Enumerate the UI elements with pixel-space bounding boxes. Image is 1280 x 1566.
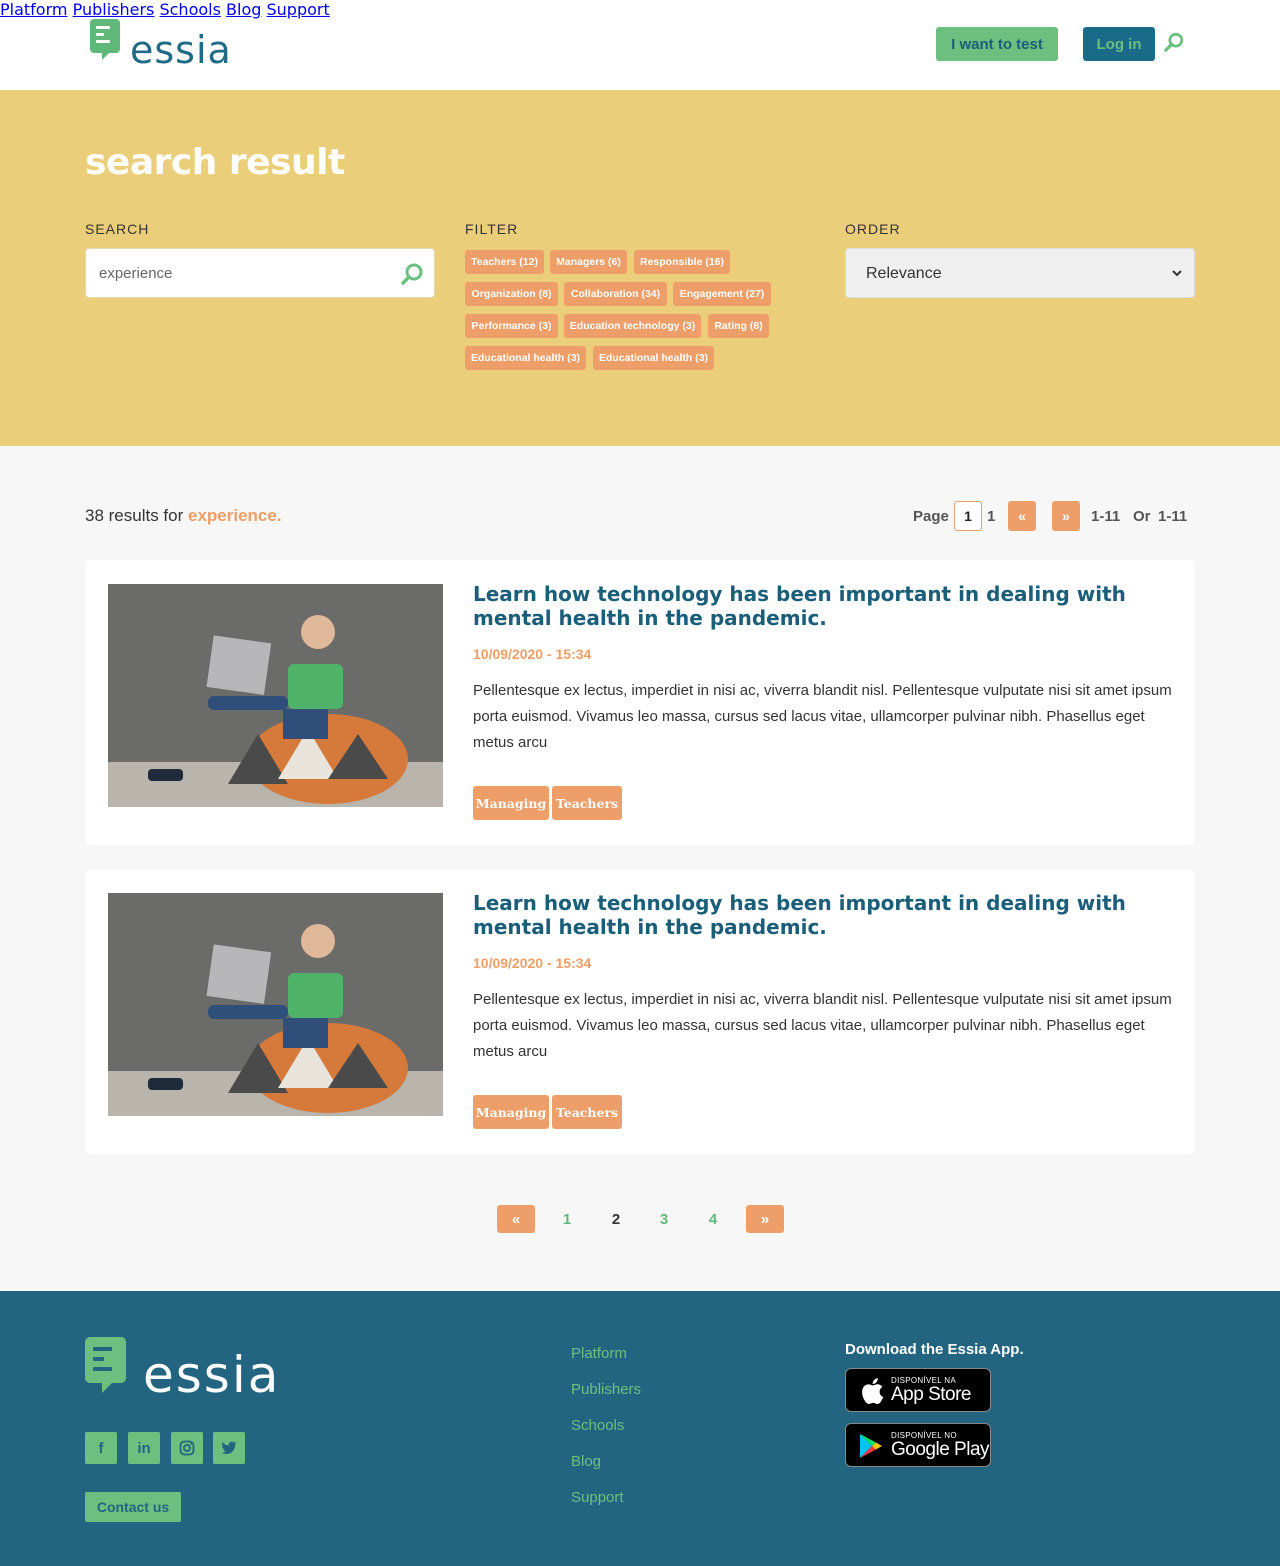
article-excerpt: Pellentesque ex lectus, imperdiet in nis… xyxy=(473,682,1172,751)
tag-managing[interactable]: Managing xyxy=(473,786,549,820)
results-range-alt: 1-11 xyxy=(1158,508,1188,525)
search-label: SEARCH xyxy=(85,221,150,237)
search-input-value: experience xyxy=(99,265,173,282)
download-app-title: Download the Essia App. xyxy=(845,1341,1024,1358)
article-title[interactable]: Learn how technology has been important … xyxy=(473,582,1173,630)
filter-chip[interactable]: Educational health (3) xyxy=(465,346,586,370)
chevron-down-icon xyxy=(1172,270,1182,277)
app-store-badge[interactable]: DISPONÍVEL NA App Store xyxy=(845,1368,991,1412)
page-current-input[interactable]: 1 xyxy=(954,501,982,531)
results-range: 1-11 xyxy=(1091,508,1121,525)
filter-chip[interactable]: Organization (8) xyxy=(465,282,558,306)
page-total: 1 xyxy=(987,508,996,525)
google-play-text: Google Play xyxy=(891,1439,990,1460)
test-button[interactable]: I want to test xyxy=(936,27,1058,61)
page-prev-button[interactable]: « xyxy=(1008,501,1036,531)
page-label: Page xyxy=(913,508,949,525)
logo-mark-icon xyxy=(85,1337,126,1393)
site-footer: essia xyxy=(0,1291,1280,1566)
filter-chip[interactable]: Teachers (12) xyxy=(465,250,544,274)
pagination-page-2[interactable]: 2 xyxy=(606,1205,626,1233)
logo-mark-icon xyxy=(90,19,120,60)
filter-chip[interactable]: Educational health (3) xyxy=(593,346,714,370)
filter-chip[interactable]: Engagement (27) xyxy=(673,282,771,306)
google-play-icon xyxy=(860,1434,882,1458)
footer-link-blog[interactable]: Blog xyxy=(571,1453,601,1470)
tag-managing[interactable]: Managing xyxy=(473,1095,549,1129)
nav-publishers[interactable]: Publishers xyxy=(73,0,155,19)
article-title[interactable]: Learn how technology has been important … xyxy=(473,891,1173,939)
app-store-text: App Store xyxy=(891,1384,972,1405)
filter-chip[interactable]: Performance (3) xyxy=(465,314,558,338)
results-query: experience. xyxy=(188,506,282,525)
nav-blog[interactable]: Blog xyxy=(226,0,261,19)
essia-logo[interactable]: essia xyxy=(90,19,232,69)
pagination-next-button[interactable]: » xyxy=(746,1205,784,1233)
article-image[interactable] xyxy=(108,584,443,807)
article-date: 10/09/2020 - 15:34 xyxy=(473,955,592,971)
nav-support[interactable]: Support xyxy=(266,0,329,19)
nav-platform[interactable]: Platform xyxy=(0,0,67,19)
tag-teachers[interactable]: Teachers xyxy=(552,1095,622,1129)
login-button[interactable]: Log in xyxy=(1083,27,1155,61)
search-icon[interactable] xyxy=(1163,31,1185,53)
apple-icon xyxy=(862,1378,884,1404)
filter-chip[interactable]: Collaboration (34) xyxy=(564,282,667,306)
nav-schools[interactable]: Schools xyxy=(159,0,220,19)
pagination-page-3[interactable]: 3 xyxy=(654,1205,674,1233)
article-image[interactable] xyxy=(108,893,443,1116)
order-label: ORDER xyxy=(845,221,901,237)
filter-chip[interactable]: Education technology (3) xyxy=(564,314,701,338)
page-title: search result xyxy=(85,142,345,183)
footer-link-platform[interactable]: Platform xyxy=(571,1345,627,1362)
search-input[interactable]: experience xyxy=(85,248,435,298)
filter-label: FILTER xyxy=(465,221,519,237)
footer-link-support[interactable]: Support xyxy=(571,1489,624,1506)
footer-link-publishers[interactable]: Publishers xyxy=(571,1381,641,1398)
article-date: 10/09/2020 - 15:34 xyxy=(473,646,592,662)
footer-logo-text: essia xyxy=(143,1346,281,1404)
logo-text: essia xyxy=(130,28,232,72)
footer-link-schools[interactable]: Schools xyxy=(571,1417,624,1434)
google-play-badge[interactable]: DISPONÍVEL NO Google Play xyxy=(845,1423,991,1467)
article-excerpt: Pellentesque ex lectus, imperdiet in nis… xyxy=(473,991,1172,1060)
article-card[interactable]: Learn how technology has been important … xyxy=(85,869,1195,1154)
facebook-icon[interactable]: f xyxy=(85,1432,117,1464)
pagination-page-1[interactable]: 1 xyxy=(557,1205,577,1233)
twitter-icon[interactable] xyxy=(213,1432,245,1464)
tag-teachers[interactable]: Teachers xyxy=(552,786,622,820)
results-count-text: 38 results for xyxy=(85,506,188,525)
search-hero: search result SEARCH experience FILTER T… xyxy=(0,90,1280,446)
pagination-page-4[interactable]: 4 xyxy=(703,1205,723,1233)
article-card[interactable]: Learn how technology has been important … xyxy=(85,560,1195,845)
page-next-button[interactable]: » xyxy=(1052,501,1080,531)
filter-chip[interactable]: Responsible (16) xyxy=(634,250,730,274)
pagination-prev-button[interactable]: « xyxy=(497,1205,535,1233)
instagram-icon[interactable] xyxy=(171,1432,203,1464)
order-select-value: Relevance xyxy=(866,265,942,282)
contact-button[interactable]: Contact us xyxy=(85,1492,181,1522)
filter-chip[interactable]: Rating (8) xyxy=(708,314,769,338)
search-submit-icon[interactable] xyxy=(400,262,424,286)
linkedin-icon[interactable]: in xyxy=(128,1432,160,1464)
filter-chip[interactable]: Managers (6) xyxy=(550,250,627,274)
site-header: essia Platform Publishers Schools Blog S… xyxy=(0,0,1280,90)
results-range-or: Or xyxy=(1133,508,1151,525)
results-count: 38 results for experience. xyxy=(85,506,282,526)
order-select[interactable]: Relevance xyxy=(845,248,1195,298)
